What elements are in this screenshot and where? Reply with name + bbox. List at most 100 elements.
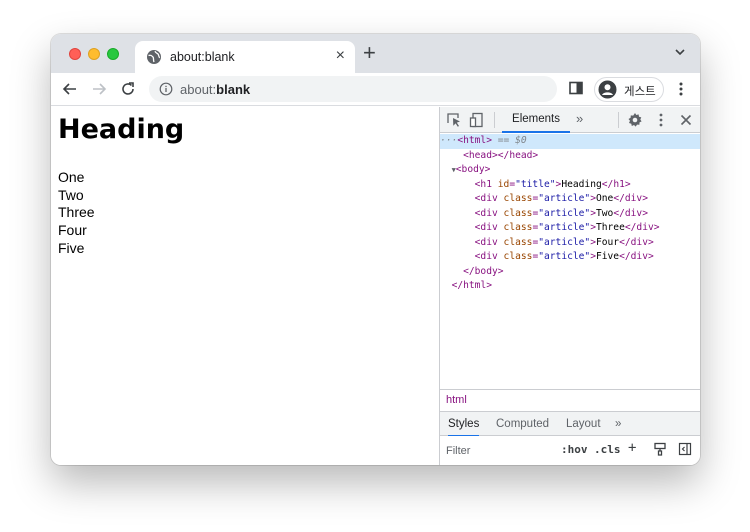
- tab-close-icon[interactable]: ×: [336, 47, 345, 65]
- cls-toggle[interactable]: .cls: [594, 443, 621, 456]
- selected-marker: == $0: [491, 135, 527, 146]
- dom-attr-name: class: [503, 193, 533, 204]
- tab-title: about:blank: [170, 50, 235, 64]
- toggle-sidebar-icon[interactable]: [678, 442, 692, 456]
- page-heading: Heading: [58, 114, 185, 145]
- article-list: One Two Three Four Five: [58, 169, 95, 258]
- tab-strip: about:blank × +: [51, 34, 700, 73]
- gear-icon[interactable]: [627, 112, 643, 128]
- dom-tag: </body>: [463, 265, 504, 277]
- dom-node-div[interactable]: <div class="article">Five</div>: [440, 250, 700, 265]
- dom-tag: </div>: [624, 222, 660, 233]
- dom-node-h1[interactable]: <h1 id="title">Heading</h1>: [440, 178, 700, 193]
- url-host: blank: [216, 82, 251, 97]
- more-subtabs-icon[interactable]: »: [615, 412, 621, 437]
- dom-text: Four: [595, 236, 620, 248]
- tab-about-blank[interactable]: about:blank ×: [135, 41, 355, 73]
- dom-attr-name: id: [497, 178, 510, 190]
- url-scheme: about:: [180, 82, 217, 97]
- devtools-panel: Elements » ···<html> == $0 <head></head>…: [439, 107, 700, 465]
- article-item: Five: [58, 239, 85, 256]
- dom-tag: <div: [474, 251, 504, 262]
- dom-node-body[interactable]: ▼<body>: [440, 163, 700, 178]
- tab-styles[interactable]: Styles: [448, 412, 480, 437]
- new-style-rule-button[interactable]: +: [628, 440, 636, 456]
- styles-filter-bar: :hov .cls +: [440, 436, 700, 465]
- dom-tag: </html>: [451, 280, 492, 291]
- dom-tag: <div: [474, 193, 504, 204]
- minimize-window-button[interactable]: [88, 48, 100, 60]
- inspect-element-icon[interactable]: [446, 112, 462, 128]
- dom-tag: <h1: [474, 178, 498, 190]
- breadcrumb-item-html[interactable]: html: [446, 394, 467, 406]
- dom-text: Heading: [561, 178, 602, 190]
- dom-tag: </div>: [613, 193, 648, 204]
- article-item: One: [58, 169, 85, 185]
- dom-node-html-close[interactable]: </html>: [440, 279, 700, 294]
- dom-node-body-close[interactable]: </body>: [440, 265, 700, 280]
- dom-attr-value: "article": [538, 222, 591, 233]
- dom-node-div[interactable]: <div class="article">Four</div>: [440, 236, 700, 251]
- reload-icon[interactable]: [118, 79, 138, 99]
- ellipsis-marker: ···: [440, 135, 458, 146]
- paint-roller-icon[interactable]: [653, 442, 667, 456]
- dom-tag: </div>: [613, 207, 648, 219]
- dom-attr-name: class: [503, 236, 533, 248]
- dom-tree: ···<html> == $0 <head></head> ▼<body> <h…: [440, 134, 700, 294]
- dom-attr-name: class: [503, 251, 533, 262]
- more-vert-icon[interactable]: [678, 81, 684, 97]
- dom-text: Two: [595, 207, 614, 219]
- tab-elements[interactable]: Elements: [502, 107, 570, 133]
- back-arrow-icon[interactable]: [60, 79, 80, 99]
- dom-tag: </h1>: [601, 178, 631, 190]
- dom-tag: <div: [474, 236, 504, 248]
- dom-tag: <head></head>: [463, 149, 539, 161]
- device-toolbar-icon[interactable]: [469, 112, 485, 128]
- hov-toggle[interactable]: :hov: [561, 443, 588, 456]
- side-panel-icon[interactable]: [569, 81, 583, 95]
- dom-text: One: [595, 193, 614, 204]
- dom-text: Five: [595, 251, 620, 262]
- forward-arrow-icon[interactable]: [89, 79, 109, 99]
- browser-window: about:blank × + about:blank 게스트 Heading …: [51, 34, 700, 465]
- dom-attr-name: class: [503, 207, 533, 219]
- dom-tag: </div>: [619, 251, 654, 262]
- dom-attr-value: "title": [515, 178, 556, 190]
- tab-computed[interactable]: Computed: [496, 412, 549, 437]
- more-tabs-icon[interactable]: »: [576, 111, 583, 126]
- dom-tag: <html>: [457, 135, 492, 146]
- url-text[interactable]: about:blank: [180, 82, 250, 97]
- close-window-button[interactable]: [69, 48, 81, 60]
- dom-attr-value: "article": [538, 193, 591, 204]
- dom-attr-value: "article": [538, 207, 591, 219]
- dom-node-html[interactable]: ···<html> == $0: [440, 134, 700, 149]
- dom-node-div[interactable]: <div class="article">Two</div>: [440, 207, 700, 222]
- maximize-window-button[interactable]: [107, 48, 119, 60]
- more-vert-icon[interactable]: [653, 112, 669, 128]
- dom-text: Three: [595, 222, 625, 233]
- dom-tag: <div: [474, 222, 504, 233]
- article-item: Two: [58, 186, 84, 203]
- dom-node-div[interactable]: <div class="article">Three</div>: [440, 221, 700, 236]
- chevron-down-icon[interactable]: [674, 46, 686, 58]
- dom-attr-value: "article": [538, 251, 591, 262]
- info-icon[interactable]: [159, 82, 173, 96]
- profile-button[interactable]: 게스트: [594, 77, 664, 102]
- toolbar-divider: [618, 112, 619, 128]
- dom-node-div[interactable]: <div class="article">One</div>: [440, 192, 700, 207]
- styles-subtabs: Styles Computed Layout »: [440, 411, 700, 437]
- article-item: Three: [58, 204, 95, 221]
- dom-tag: <body>: [455, 164, 491, 175]
- page-content: Heading One Two Three Four Five: [51, 107, 439, 465]
- globe-icon: [147, 50, 161, 64]
- breadcrumb: html: [440, 389, 700, 411]
- tab-layout[interactable]: Layout: [566, 412, 601, 437]
- dom-tag: </div>: [619, 236, 654, 248]
- filter-input[interactable]: [442, 441, 552, 460]
- dom-tag: <div: [474, 207, 504, 219]
- address-bar[interactable]: about:blank: [149, 76, 557, 102]
- dom-node-head[interactable]: <head></head>: [440, 149, 700, 164]
- new-tab-button[interactable]: +: [363, 41, 376, 65]
- toolbar-divider: [494, 112, 495, 128]
- close-icon[interactable]: [678, 112, 694, 128]
